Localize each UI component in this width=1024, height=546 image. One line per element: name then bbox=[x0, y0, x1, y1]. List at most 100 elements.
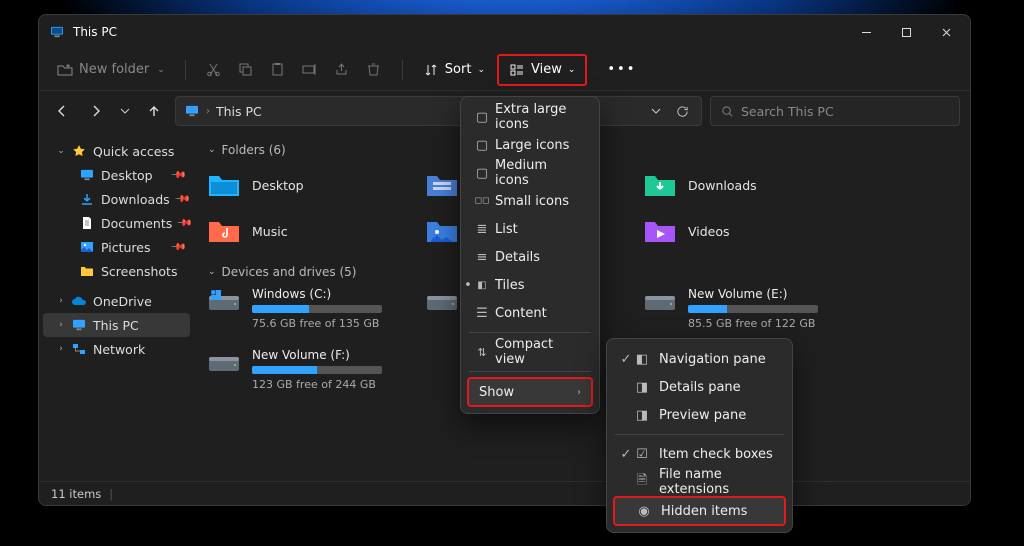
menu-item-show[interactable]: Show › bbox=[467, 377, 593, 407]
network-icon bbox=[71, 341, 87, 357]
close-button[interactable] bbox=[926, 17, 966, 47]
desktop-icon bbox=[206, 170, 242, 200]
section-title: Devices and drives (5) bbox=[222, 265, 357, 279]
menu-item-extra-large-icons[interactable]: ▢Extra large icons bbox=[467, 103, 593, 131]
forward-button[interactable] bbox=[83, 97, 109, 125]
menu-item-label: File name extensions bbox=[659, 467, 776, 497]
sidebar-item-screenshots[interactable]: Screenshots bbox=[43, 259, 190, 283]
sidebar-item-label: Pictures bbox=[101, 240, 151, 255]
menu-item-medium-icons[interactable]: ▢Medium icons bbox=[467, 159, 593, 187]
menu-item-label: Details pane bbox=[659, 380, 741, 395]
list-icon: ≣ bbox=[475, 222, 489, 237]
this-pc-icon bbox=[49, 24, 65, 40]
chevron-down-icon: ⌄ bbox=[568, 65, 576, 75]
checkmark-icon: ✓ bbox=[619, 447, 633, 462]
drive-name: Windows (C:) bbox=[252, 287, 382, 301]
menu-item-small-icons[interactable]: ◻◻Small icons bbox=[467, 187, 593, 215]
new-folder-button[interactable]: New folder ⌄ bbox=[49, 55, 173, 85]
window-title: This PC bbox=[73, 25, 117, 39]
new-folder-label: New folder bbox=[79, 62, 149, 77]
downloads-icon bbox=[79, 191, 95, 207]
menu-item-large-icons[interactable]: ▢Large icons bbox=[467, 131, 593, 159]
tiles-icon: ◧ bbox=[475, 280, 489, 291]
sidebar-item-documents[interactable]: Documents📌 bbox=[43, 211, 190, 235]
search-input[interactable]: Search This PC bbox=[710, 96, 960, 126]
sidebar-item-pictures[interactable]: Pictures📌 bbox=[43, 235, 190, 259]
documents-folder-icon bbox=[424, 170, 460, 200]
videos-folder-icon bbox=[642, 216, 678, 246]
drive-icon bbox=[206, 350, 242, 376]
sidebar-item-desktop[interactable]: Desktop📌 bbox=[43, 163, 190, 187]
checkmark-icon: ✓ bbox=[619, 352, 633, 367]
folder-item[interactable]: Videos bbox=[638, 211, 848, 251]
chevron-right-icon: › bbox=[57, 296, 65, 306]
menu-item-details-pane[interactable]: ◨Details pane bbox=[613, 373, 786, 401]
copy-icon bbox=[238, 62, 254, 78]
delete-icon bbox=[366, 62, 382, 78]
breadcrumb[interactable]: This PC bbox=[216, 104, 262, 119]
toolbar-separator bbox=[402, 60, 403, 80]
menu-item-compact-view[interactable]: ⇅Compact view bbox=[467, 338, 593, 366]
menu-item-details[interactable]: ≡Details bbox=[467, 243, 593, 271]
large-icons-icon: ▢ bbox=[475, 138, 489, 153]
maximize-button[interactable] bbox=[886, 17, 926, 47]
back-button[interactable] bbox=[49, 97, 75, 125]
menu-item-label: Extra large icons bbox=[495, 102, 583, 132]
chevron-down-icon: ⌄ bbox=[57, 146, 65, 156]
drive-usage-bar bbox=[252, 305, 382, 313]
sidebar-item-quick-access[interactable]: ⌄ Quick access bbox=[43, 139, 190, 163]
onedrive-icon bbox=[71, 293, 87, 309]
rename-icon bbox=[302, 62, 318, 78]
menu-item-label: Navigation pane bbox=[659, 352, 766, 367]
drive-item[interactable]: Windows (C:) 75.6 GB free of 135 GB bbox=[202, 287, 412, 330]
checkbox-icon: ☑ bbox=[635, 447, 649, 462]
menu-item-list[interactable]: ≣List bbox=[467, 215, 593, 243]
sidebar-item-downloads[interactable]: Downloads📌 bbox=[43, 187, 190, 211]
status-bar: 11 items | bbox=[39, 481, 970, 505]
cut-icon bbox=[206, 62, 222, 78]
paste-button[interactable] bbox=[262, 55, 294, 85]
chevron-right-icon: › bbox=[57, 320, 65, 330]
refresh-button[interactable] bbox=[671, 100, 693, 122]
recent-button[interactable] bbox=[117, 97, 133, 125]
folder-item[interactable]: Downloads bbox=[638, 165, 848, 205]
sidebar-item-this-pc[interactable]: ›This PC bbox=[43, 313, 190, 337]
menu-item-navigation-pane[interactable]: ✓◧Navigation pane bbox=[613, 345, 786, 373]
sidebar-item-onedrive[interactable]: › OneDrive bbox=[43, 289, 190, 313]
this-pc-icon bbox=[184, 103, 200, 119]
address-dropdown-button[interactable] bbox=[645, 100, 667, 122]
menu-item-item-check-boxes[interactable]: ✓☑Item check boxes bbox=[613, 440, 786, 468]
menu-item-label: Preview pane bbox=[659, 408, 746, 423]
menu-item-content[interactable]: ☰Content bbox=[467, 299, 593, 327]
sort-button[interactable]: Sort ⌄ bbox=[415, 55, 493, 85]
file-icon: 🗎 bbox=[635, 471, 649, 493]
small-icons-icon: ◻◻ bbox=[475, 196, 489, 206]
drive-item[interactable]: New Volume (E:) 85.5 GB free of 122 GB bbox=[638, 287, 848, 330]
view-button[interactable]: View ⌄ bbox=[497, 54, 587, 86]
sidebar-item-network[interactable]: ›Network bbox=[43, 337, 190, 361]
cut-button[interactable] bbox=[198, 55, 230, 85]
folder-item[interactable]: Music bbox=[202, 211, 412, 251]
drive-item[interactable]: New Volume (F:) 123 GB free of 244 GB bbox=[202, 348, 412, 391]
documents-icon bbox=[79, 215, 95, 231]
share-button[interactable] bbox=[326, 55, 358, 85]
menu-separator bbox=[469, 371, 591, 372]
more-button[interactable]: ••• bbox=[599, 55, 644, 85]
os-drive-icon bbox=[206, 289, 242, 315]
menu-item-hidden-items[interactable]: ◉Hidden items bbox=[613, 496, 786, 526]
menu-item-tiles[interactable]: •◧Tiles bbox=[467, 271, 593, 299]
chevron-right-icon: › bbox=[206, 106, 210, 117]
more-icon: ••• bbox=[607, 62, 636, 77]
sidebar-item-label: OneDrive bbox=[93, 294, 152, 309]
folder-item[interactable]: Desktop bbox=[202, 165, 412, 205]
address-bar[interactable]: › This PC bbox=[175, 96, 702, 126]
menu-item-preview-pane[interactable]: ◨Preview pane bbox=[613, 401, 786, 429]
drive-free-text: 85.5 GB free of 122 GB bbox=[688, 317, 818, 330]
up-button[interactable] bbox=[141, 97, 167, 125]
rename-button[interactable] bbox=[294, 55, 326, 85]
drive-free-text: 75.6 GB free of 135 GB bbox=[252, 317, 382, 330]
minimize-button[interactable] bbox=[846, 17, 886, 47]
delete-button[interactable] bbox=[358, 55, 390, 85]
copy-button[interactable] bbox=[230, 55, 262, 85]
menu-item-file-name-extensions[interactable]: 🗎 File name extensions bbox=[613, 468, 786, 496]
